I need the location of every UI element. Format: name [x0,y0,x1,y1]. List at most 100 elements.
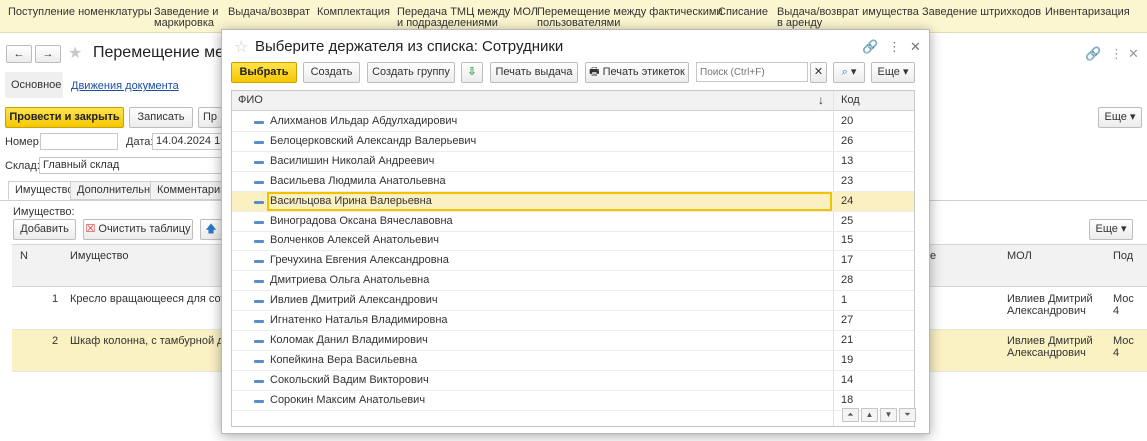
number-field[interactable] [40,133,118,150]
table-more-button[interactable]: Еще ▾ [1089,219,1133,240]
element-icon [254,200,264,204]
row-sub: Мос 4 [1113,335,1134,359]
nav-label-line2: и подразделениями [397,17,498,29]
star-icon[interactable]: ☆ [234,37,248,57]
list-item[interactable]: Белоцерковский Александр Валерьевич 26 [232,132,914,152]
list-item[interactable]: Волченков Алексей Анатольевич 15 [232,231,914,252]
link-icon[interactable]: 🔗 [1085,46,1101,62]
forward-button[interactable]: → [35,45,61,63]
list-item[interactable]: Алихманов Ильдар Абдулхадирович 20 [232,112,914,132]
select-button[interactable]: Выбрать [231,62,297,83]
employee-code: 21 [841,333,854,346]
employee-code: 26 [841,134,854,147]
nav-item-rent[interactable]: Выдача/возврат имущества в аренду [777,7,919,29]
list-item[interactable]: Васильцова Ирина Валерьевна 24 [232,191,914,212]
scroll-last-button[interactable]: ⏷ [899,408,916,422]
employee-code: 23 [841,174,854,187]
create-group-button[interactable]: Создать группу [367,62,455,83]
select-holder-dialog: ☆ Выберите держателя из списка: Сотрудни… [221,29,930,434]
element-icon [254,320,264,323]
search-icon: ⌕ [841,66,848,78]
employee-name: Виноградова Оксана Вячеславовна [270,214,453,227]
more-vert-icon[interactable]: ⋮ [1110,46,1123,62]
nav-item-barcodes[interactable]: Заведение штрихкодов [922,7,1041,18]
nav-item-marking[interactable]: Заведение и маркировка [154,7,218,29]
col-cut: е [930,250,937,262]
nav-item-assembly[interactable]: Комплектация [317,7,390,18]
back-button[interactable]: ← [6,45,32,63]
sort-desc-icon[interactable]: ↓ [818,93,824,107]
tab-label: Основное [11,79,62,91]
scroll-up-button[interactable]: ▲ [861,408,878,422]
nav-item-transfer-mol[interactable]: Передача ТМЦ между МОЛ и подразделениями [397,7,538,29]
create-button[interactable]: Создать [303,62,360,83]
link-icon[interactable]: 🔗 [862,39,878,55]
employee-name: Алихманов Ильдар Абдулхадирович [270,115,458,127]
element-icon [254,180,264,184]
post-button-partial[interactable]: Пр [198,107,222,128]
list-item[interactable]: Коломак Данил Владимирович 21 [232,331,914,351]
employee-name: Игнатенко Наталья Владимировна [270,314,448,326]
more-label: Еще [1104,111,1127,123]
clear-search-button[interactable]: ✕ [810,62,827,83]
dialog-more-button[interactable]: Еще ▾ [871,62,915,83]
doc-more-button[interactable]: Еще ▾ [1098,107,1142,128]
add-row-button[interactable]: Добавить [13,219,76,240]
col-fio[interactable]: ФИО [238,94,263,106]
clear-label: Очистить таблицу [98,223,191,235]
post-and-close-button[interactable]: Провести и закрыть [5,107,124,128]
star-icon[interactable]: ★ [68,43,82,63]
printer-icon: 🖶 [589,66,600,78]
warehouse-field[interactable]: Главный склад [39,157,224,174]
clear-icon: ☒ [85,223,96,235]
date-label: Дата: [126,136,154,148]
employee-name: Васильцова Ирина Валерьевна [270,194,432,207]
tab-main[interactable]: Основное [5,72,63,98]
element-icon [254,240,264,244]
scroll-first-button[interactable]: ⏶ [842,408,859,422]
list-item[interactable]: Ивлиев Дмитрий Александрович 1 [232,291,914,312]
col-code[interactable]: Код [841,94,860,106]
element-icon [254,300,264,304]
list-item[interactable]: Виноградова Оксана Вячеславовна 25 [232,212,914,232]
clear-table-button[interactable]: ☒ Очистить таблицу [83,219,193,240]
more-label: Еще [1095,223,1118,235]
nav-label: Комплектация [317,6,390,18]
list-item[interactable]: Копейкина Вера Васильевна 19 [232,351,914,371]
nav-item-inventory[interactable]: Инвентаризация [1045,7,1130,18]
list-item[interactable]: Васильева Людмила Анатольевна 23 [232,172,914,192]
list-item[interactable]: Дмитриева Ольга Анатольевна 28 [232,271,914,292]
close-icon[interactable]: ✕ [910,39,921,55]
list-item[interactable]: Василишин Николай Андреевич 13 [232,152,914,172]
print-issue-button[interactable]: Печать выдача [490,62,578,83]
more-vert-icon[interactable]: ⋮ [888,39,901,55]
employee-code: 24 [841,194,854,207]
nav-item-write-off[interactable]: Списание [718,7,768,18]
list-item[interactable]: Сокольский Вадим Викторович 14 [232,371,914,391]
list-item[interactable]: Игнатенко Наталья Владимировна 27 [232,311,914,331]
date-field[interactable]: 14.04.2024 13:4 [152,133,224,150]
search-button[interactable]: ⌕ ▾ [833,62,865,83]
col-mol: МОЛ [1007,250,1032,262]
nav-item-issue-return[interactable]: Выдача/возврат [228,7,310,18]
tab-movements-link[interactable]: Движения документа [71,80,179,92]
nav-label: Инвентаризация [1045,6,1130,18]
excel-icon: ⇩ [467,66,477,78]
list-item[interactable]: Гречухина Евгения Александровна 17 [232,251,914,272]
employee-code: 13 [841,154,854,167]
export-button[interactable]: ⇩ [461,62,483,83]
list-item[interactable]: Сорокин Максим Анатольевич 18 [232,391,914,411]
employee-code: 27 [841,314,854,326]
print-labels-button[interactable]: 🖶 Печать этикеток [585,62,689,83]
scroll-down-button[interactable]: ▼ [880,408,897,422]
employees-list[interactable]: ФИО ↓ Код Алихманов Ильдар Абдулхадирови… [231,90,915,427]
nav-item-receipt[interactable]: Поступление номенклатуры [8,7,152,18]
employee-name: Волченков Алексей Анатольевич [270,234,439,247]
save-button[interactable]: Записать [129,107,193,128]
employee-code: 25 [841,214,854,227]
search-input[interactable] [696,62,808,82]
move-up-button[interactable]: 🡅 [200,219,222,240]
close-icon[interactable]: ✕ [1128,46,1139,62]
nav-item-move-users[interactable]: Перемещение между фактическими пользовате… [537,7,723,29]
element-icon [254,140,264,144]
